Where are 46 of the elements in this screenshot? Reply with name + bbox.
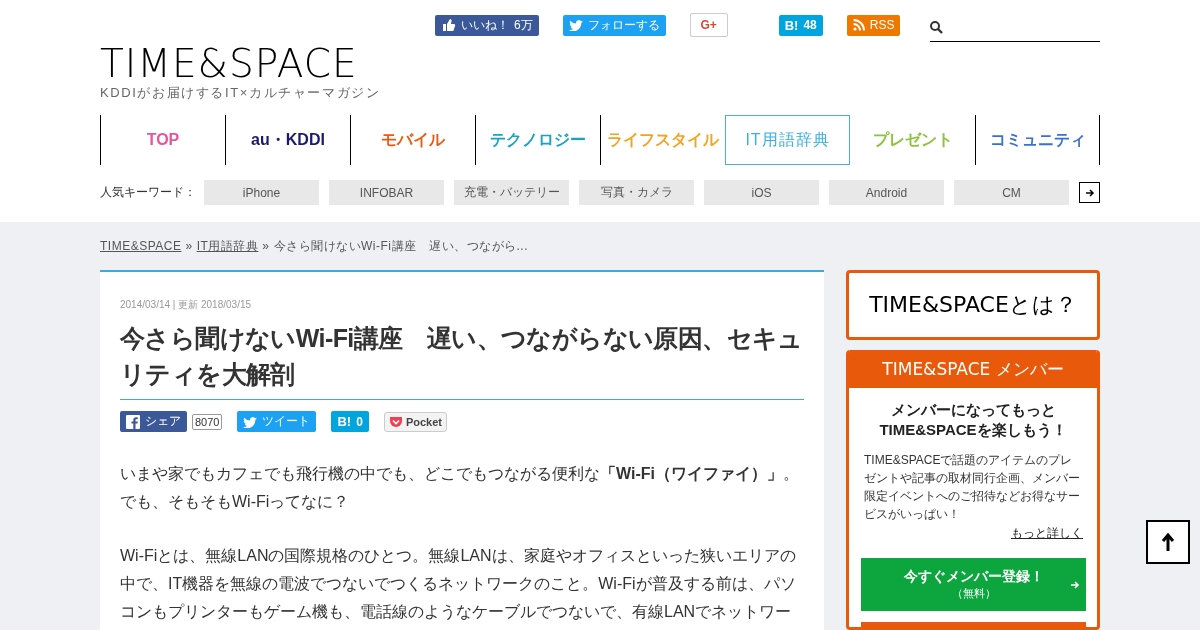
back-to-top-button[interactable] <box>1146 520 1190 564</box>
member-heading: メンバーになってもっと TIME&SPACEを楽しもう！ <box>878 400 1068 440</box>
thumbs-up-icon <box>441 18 456 32</box>
like-button[interactable]: いいね！ 6万 <box>435 14 539 36</box>
share-count: 8070 <box>192 413 223 430</box>
arrow-right-icon <box>1084 187 1095 198</box>
breadcrumb-current: 今さら聞けないWi-Fi講座 遅い、つながら... <box>273 237 528 255</box>
member-panel-header: TIME&SPACE メンバー <box>849 350 1097 388</box>
pocket-button[interactable]: Pocket <box>383 411 447 432</box>
keywords-label: 人気キーワード： <box>100 184 197 201</box>
article-dates: 2014/03/14 | 更新 2018/03/15 <box>120 298 253 312</box>
article-paragraph: いまや家でもカフェでも飛行機の中でも、どこでもつながる便利な「Wi-Fi（ワイファイ）」。でも、そもそもWi-Fiってなに？ <box>120 464 800 512</box>
register-button[interactable]: 今すぐメンバー登録！ （無料） <box>861 558 1086 611</box>
bird-icon <box>243 415 258 428</box>
about-banner[interactable]: TIME&SPACEとは？ <box>846 270 1100 340</box>
breadcrumb-link[interactable]: IT用語辞典 <box>196 237 259 255</box>
nav-tab[interactable]: コミュニティ <box>975 115 1100 165</box>
google-plus-button[interactable]: G+ <box>689 13 728 37</box>
article-paragraph: Wi-Fiとは、無線LANの国際規格のひとつ。無線LANは、家庭やオフィスといった狭いエリアの中で、IT機器を無線の電波でつないでつくるネットワークのこと。Wi-Fiが普及する前は、パソコンもプリンターもゲーム機も、電話線のようなケーブルでつないで、有線LANでネットワー <box>120 546 797 622</box>
share-button[interactable]: シェア <box>120 411 187 432</box>
nav-tab[interactable]: TOP <box>100 115 225 165</box>
pocket-icon <box>388 415 403 428</box>
breadcrumb-link[interactable]: TIME&SPACE <box>100 239 182 253</box>
bird-icon <box>568 19 583 31</box>
keyword-chip[interactable]: 充電・バッテリー <box>454 180 569 205</box>
keyword-chip[interactable]: CM <box>954 180 1069 205</box>
keyword-chip[interactable]: Android <box>829 180 944 205</box>
breadcrumb-separator: » <box>185 239 193 253</box>
facebook-icon <box>126 414 140 429</box>
article-title: 今さら聞けないWi-Fi講座 遅い、つながらない原因、セキュリティを大解剖 <box>120 320 804 400</box>
breadcrumb-separator: » <box>262 239 270 253</box>
site-logo[interactable]: TIME&SPACE <box>100 46 358 82</box>
keyword-chip[interactable]: 写真・カメラ <box>579 180 694 205</box>
more-details-link[interactable]: もっと詳しく <box>863 525 1083 542</box>
more-keywords-button[interactable] <box>1079 182 1100 203</box>
keyword-chip[interactable]: INFOBAR <box>329 180 444 205</box>
keyword-chip[interactable]: iOS <box>704 180 819 205</box>
rss-icon <box>852 19 865 31</box>
search-icon <box>930 21 943 34</box>
site-tagline: KDDIがお届けするIT×カルチャーマガジン <box>100 84 382 102</box>
keyword-chip[interactable]: iPhone <box>204 180 319 205</box>
nav-tab[interactable]: モバイル <box>350 115 475 165</box>
member-description: TIME&SPACEで話題のアイテムのプレゼントや記事の取材同行企画、メンバー限定イベントへのご招待などお得なサービスがいっぱい！ <box>864 452 1081 523</box>
arrow-right-icon <box>1070 580 1080 590</box>
arrow-up-icon <box>1161 532 1175 552</box>
nav-tab[interactable]: au・KDDI <box>225 115 350 165</box>
